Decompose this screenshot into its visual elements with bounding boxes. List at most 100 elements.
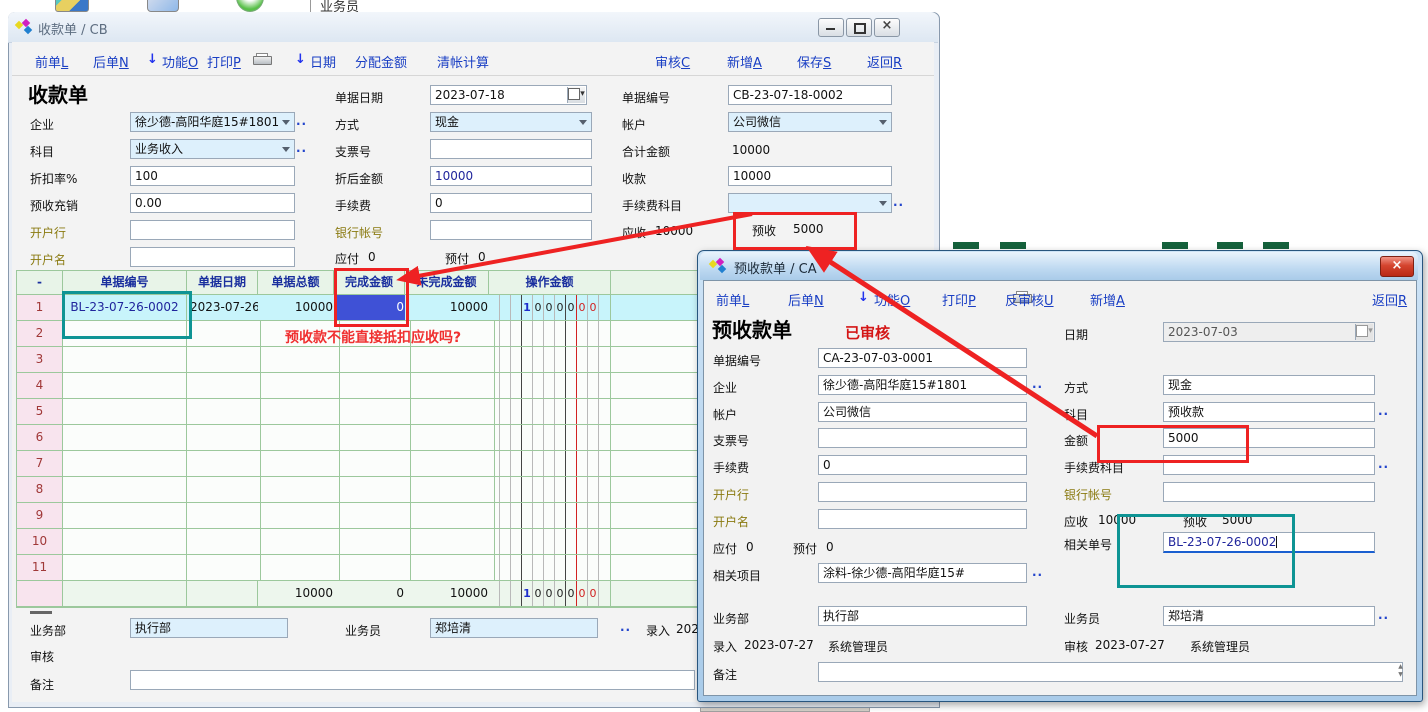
clear-account-calc-button[interactable]: 清帐计算 — [437, 52, 489, 71]
discounted-amount-input[interactable]: 10000 — [430, 166, 592, 186]
bank-branch-input[interactable] — [818, 482, 1027, 502]
table-row-number[interactable]: 1 — [17, 295, 63, 321]
table-cell-undone[interactable] — [405, 347, 495, 373]
fee-subject-input[interactable] — [1163, 455, 1375, 475]
maximize-button[interactable] — [846, 18, 872, 37]
person-select[interactable]: 郑培清 — [430, 618, 598, 638]
person-lookup-button[interactable]: .. — [1378, 608, 1389, 622]
table-cell-date[interactable] — [187, 399, 261, 425]
table-cell-total[interactable] — [258, 373, 340, 399]
table-cell-op-amount[interactable]: 1000000 — [489, 295, 611, 321]
subject-select[interactable]: 业务收入 — [130, 139, 295, 159]
table-row-number[interactable]: 10 — [17, 529, 63, 555]
table-cell-done[interactable] — [334, 451, 411, 477]
table-cell-total[interactable]: 10000 — [258, 295, 340, 321]
table-cell-undone[interactable] — [405, 477, 495, 503]
holder-name-input[interactable] — [818, 509, 1027, 529]
table-cell-op-amount[interactable] — [489, 425, 611, 451]
fee-input[interactable]: 0 — [430, 193, 592, 213]
table-row-number[interactable]: 3 — [17, 347, 63, 373]
table-cell-undone[interactable] — [405, 399, 495, 425]
allocate-amount-button[interactable]: 分配金额 — [355, 52, 407, 71]
table-cell-total[interactable] — [258, 451, 340, 477]
add-new-button[interactable]: 新增A — [727, 52, 762, 71]
table-cell-done[interactable] — [334, 555, 411, 581]
cheque-no-input[interactable] — [430, 139, 592, 159]
person-input[interactable]: 郑培清 — [1163, 606, 1375, 626]
table-cell-done[interactable] — [334, 399, 411, 425]
splitter-handle[interactable] — [30, 611, 52, 614]
calendar-dropdown-button[interactable]: ▾ — [567, 87, 585, 103]
table-cell-undone[interactable] — [405, 451, 495, 477]
unaudit-button[interactable]: 反审核U — [1005, 290, 1054, 309]
table-cell-doc-no[interactable] — [63, 399, 187, 425]
table-row-number[interactable]: 8 — [17, 477, 63, 503]
prev-doc-button[interactable]: 前单L — [716, 290, 749, 309]
table-cell-undone[interactable] — [405, 425, 495, 451]
table-row-number[interactable]: 4 — [17, 373, 63, 399]
table-cell-doc-no[interactable] — [63, 321, 187, 347]
account-input[interactable]: 公司微信 — [818, 402, 1027, 422]
company-lookup-button[interactable]: .. — [296, 114, 307, 128]
table-cell-date[interactable] — [187, 529, 261, 555]
table-row-number[interactable]: 2 — [17, 321, 63, 347]
fee-input[interactable]: 0 — [818, 455, 1027, 475]
doc-no-input[interactable]: CB-23-07-18-0002 — [728, 85, 892, 105]
table-cell-done[interactable] — [334, 373, 411, 399]
spinner-control[interactable]: ▲▼ — [1395, 663, 1406, 679]
next-doc-button[interactable]: 后单N — [93, 52, 129, 71]
table-cell-op-amount[interactable] — [489, 529, 611, 555]
function-menu-button[interactable]: 功能O — [874, 290, 910, 309]
prev-doc-button[interactable]: 前单L — [35, 52, 68, 71]
table-cell-done[interactable] — [334, 425, 411, 451]
table-cell-op-amount[interactable] — [489, 321, 611, 347]
table-cell-op-amount[interactable] — [489, 347, 611, 373]
print-button[interactable]: 打印P — [942, 290, 976, 309]
table-cell-date[interactable] — [187, 321, 261, 347]
table-cell-date[interactable]: 2023-07-26 — [187, 295, 261, 321]
table-cell-done[interactable] — [334, 477, 411, 503]
table-cell-done[interactable] — [334, 503, 411, 529]
table-row-number[interactable]: 9 — [17, 503, 63, 529]
bank-branch-input[interactable] — [130, 220, 295, 240]
subject-lookup-button[interactable]: .. — [296, 141, 307, 155]
company-input[interactable]: 徐少德-高阳华庭15#1801 — [818, 375, 1027, 395]
dept-select[interactable]: 执行部 — [130, 618, 288, 638]
doc-no-input[interactable]: CA-23-07-03-0001 — [818, 348, 1027, 368]
table-cell-total[interactable] — [258, 399, 340, 425]
printer-icon[interactable] — [253, 53, 270, 65]
table-cell-date[interactable] — [187, 477, 261, 503]
table-cell-total[interactable] — [258, 477, 340, 503]
save-button[interactable]: 保存S — [797, 52, 831, 71]
fee-subject-lookup-button[interactable]: .. — [893, 195, 904, 209]
table-cell-date[interactable] — [187, 373, 261, 399]
subject-lookup-button[interactable]: .. — [1378, 404, 1389, 418]
table-cell-doc-no[interactable] — [63, 529, 187, 555]
function-menu-button[interactable]: 功能O — [162, 52, 198, 71]
account-select[interactable]: 公司微信 — [728, 112, 892, 132]
table-cell-undone[interactable] — [405, 529, 495, 555]
calendar-dropdown-button[interactable]: ▾ — [1355, 324, 1373, 340]
table-cell-op-amount[interactable] — [489, 399, 611, 425]
advance-offset-input[interactable]: 0.00 — [130, 193, 295, 213]
bank-account-input[interactable] — [1163, 482, 1375, 502]
table-cell-done[interactable]: 0 — [334, 295, 411, 321]
audit-button[interactable]: 审核C — [655, 52, 690, 71]
back-button[interactable]: 返回R — [1372, 290, 1407, 309]
table-cell-doc-no[interactable] — [63, 425, 187, 451]
table-cell-doc-no[interactable] — [63, 451, 187, 477]
table-cell-doc-no[interactable] — [63, 373, 187, 399]
table-cell-op-amount[interactable] — [489, 555, 611, 581]
table-cell-total[interactable] — [258, 503, 340, 529]
table-cell-op-amount[interactable] — [489, 373, 611, 399]
company-select[interactable]: 徐少德-高阳华庭15#1801 — [130, 112, 295, 132]
table-cell-doc-no[interactable] — [63, 503, 187, 529]
person-lookup-button[interactable]: .. — [620, 620, 631, 634]
table-cell-done[interactable] — [334, 347, 411, 373]
back-button[interactable]: 返回R — [867, 52, 902, 71]
table-row-number[interactable]: 11 — [17, 555, 63, 581]
receipt-amount-input[interactable]: 10000 — [728, 166, 892, 186]
window-advance-titlebar[interactable]: 预收款单 / CA × — [700, 252, 1418, 280]
table-cell-total[interactable] — [258, 347, 340, 373]
related-item-input[interactable]: 涂料-徐少德-高阳华庭15# — [818, 563, 1027, 583]
